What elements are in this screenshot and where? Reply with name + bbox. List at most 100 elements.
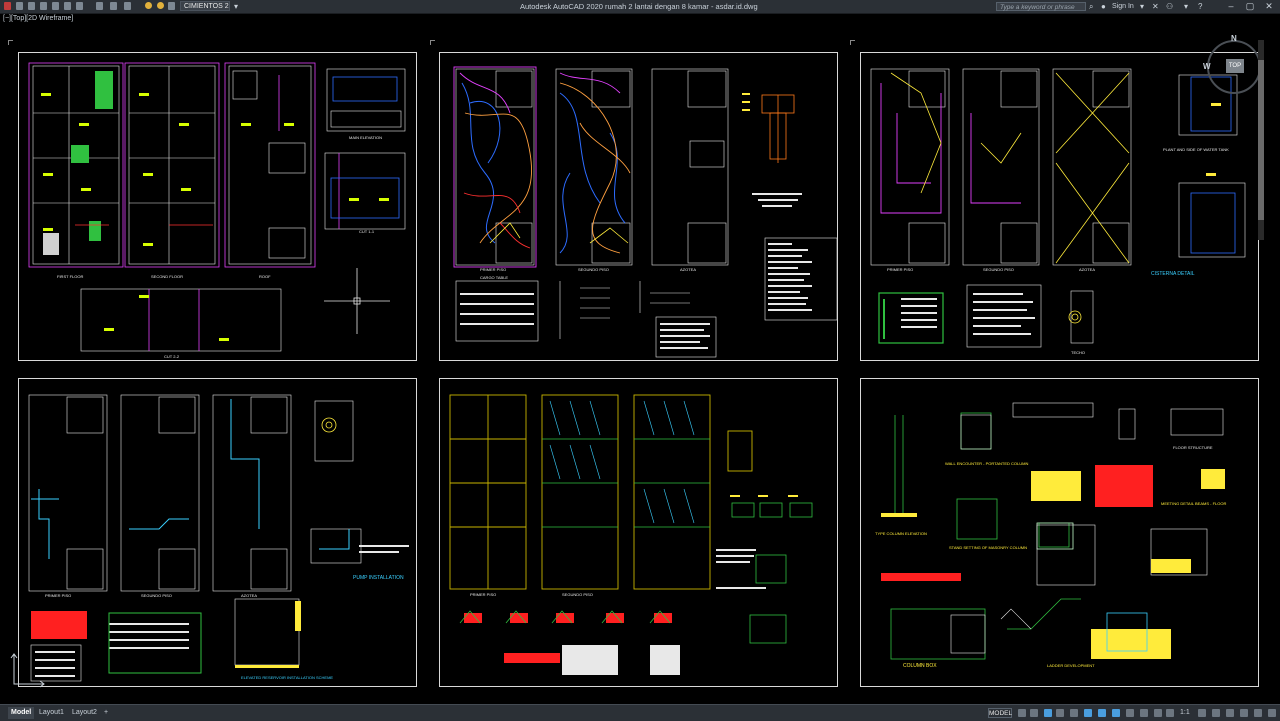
maximize-button[interactable]: ▢ [1241, 0, 1259, 13]
layout-corner-marker [8, 40, 13, 45]
label-cisterna-detail: CISTERNA DETAIL [1151, 271, 1195, 277]
label-plant-water-tank: PLANT AND SIDE OF WATER TANK [1163, 147, 1229, 152]
label-azotea: AZOTEA [680, 267, 696, 272]
object-snap-icon[interactable] [1098, 709, 1106, 717]
share-icon[interactable] [96, 2, 103, 10]
signin-dropdown-icon[interactable]: ▾ [1140, 1, 1144, 12]
grid-icon[interactable] [1018, 709, 1026, 717]
label-wall-encounter: WALL ENCOUNTER - PORTANTED COLUMN [945, 461, 1028, 466]
label-primer-piso: PRIMER PISO [45, 593, 71, 598]
undo-icon[interactable] [110, 2, 117, 10]
lightbulb-icon[interactable] [145, 2, 152, 9]
workspace-select[interactable]: CIMIENTOS 2 [180, 1, 230, 11]
tab-model[interactable]: Model [8, 707, 35, 719]
navigation-bar-thumb[interactable] [1258, 60, 1264, 220]
label-segundo-piso: SEGUNDO PISO [562, 592, 593, 597]
sheet-details[interactable]: WALL ENCOUNTER - PORTANTED COLUMN FLOOR … [860, 378, 1259, 687]
add-layout-button[interactable]: + [101, 707, 111, 719]
auto-scale-icon[interactable] [1166, 709, 1174, 717]
save-as-icon[interactable] [52, 2, 59, 10]
annotation-visibility-icon[interactable] [1154, 709, 1162, 717]
label-floor-structure: FLOOR STRUCTURE [1173, 445, 1213, 450]
label-primer-piso: PRIMER PISO [470, 592, 496, 597]
label-first-floor: FIRST FLOOR [57, 274, 83, 279]
label-segundo-piso: SEGUNDO PISO [141, 593, 172, 598]
sign-in-button[interactable]: Sign In [1112, 1, 1134, 12]
label-elevated-reservoir: ELEVATED RESERVOIR INSTALLATION SCHEME [241, 675, 333, 680]
viewcube-top-face[interactable]: TOP [1226, 59, 1244, 73]
binoculars-icon[interactable]: ⌕ [1089, 1, 1093, 12]
user-icon[interactable]: ● [1101, 1, 1106, 12]
sheet-electrical[interactable]: PRIMER PISO SEGUNDO PISO AZOTEA CARGO TA… [439, 52, 838, 361]
clean-screen-icon[interactable] [1254, 709, 1262, 717]
isodraft-icon[interactable] [1070, 709, 1078, 717]
close-button[interactable]: ✕ [1260, 0, 1278, 13]
transparency-icon[interactable] [1126, 709, 1134, 717]
minimize-button[interactable]: – [1222, 0, 1240, 13]
layout-corner-marker [850, 40, 855, 45]
annotation-scale[interactable]: 1:1 [1180, 708, 1190, 718]
label-primer-piso: PRIMER PISO [887, 267, 913, 272]
label-meeting-detail: MEETING DETAIL BEAMS - FLOOR [1161, 501, 1226, 506]
save-icon[interactable] [40, 2, 47, 10]
sheet-architecture[interactable]: FIRST FLOOR SECOND FLOOR ROOF MAIN ELEVA… [18, 52, 417, 361]
new-file-icon[interactable] [16, 2, 23, 10]
polar-icon[interactable] [1056, 709, 1064, 717]
label-pump-installation: PUMP INSTALLATION [353, 575, 404, 581]
label-roof: ROOF [259, 274, 271, 279]
label-azotea: AZOTEA [1079, 267, 1095, 272]
label-main-elevation: MAIN ELEVATION [349, 135, 382, 140]
status-bar: Model Layout1 Layout2 + MODEL 1:1 [0, 704, 1280, 721]
label-column-box: COLUMN BOX [903, 663, 937, 669]
app-store-icon[interactable]: ✕ [1152, 1, 1159, 12]
title-bar: CIMIENTOS 2 ▾ Autodesk AutoCAD 2020 ruma… [0, 0, 1280, 14]
label-column-elevation: TYPE COLUMN ELEVATION [875, 531, 927, 536]
customization-icon[interactable] [1268, 709, 1276, 717]
lineweight-icon[interactable] [1112, 709, 1120, 717]
navigation-bar[interactable] [1258, 40, 1264, 240]
label-azotea: AZOTEA [241, 593, 257, 598]
account-icon[interactable]: ⚇ [1166, 1, 1173, 12]
search-input[interactable]: Type a keyword or phrase [996, 2, 1086, 11]
label-segundo-piso: SEGUNDO PISO [983, 267, 1014, 272]
sheet-sanitary[interactable]: PRIMER PISO SEGUNDO PISO AZOTEA PLANT AN… [860, 52, 1259, 361]
label-primer-piso: PRIMER PISO [480, 267, 506, 272]
object-track-icon[interactable] [1084, 709, 1092, 717]
layout-corner-marker [430, 40, 435, 45]
label-cut-2: CUT 2-2 [164, 354, 180, 359]
model-space-button[interactable]: MODEL [988, 708, 1012, 718]
label-segundo-piso: SEGUNDO PISO [578, 267, 609, 272]
autocad-logo-icon[interactable] [4, 2, 11, 10]
viewcube-west[interactable]: W [1203, 62, 1211, 71]
workspace-switch-icon[interactable] [1198, 709, 1206, 717]
label-cut-1: CUT 1-1 [359, 229, 375, 234]
snap-icon[interactable] [1030, 709, 1038, 717]
sheet-water[interactable]: PRIMER PISO SEGUNDO PISO AZOTEA PUMP INS… [18, 378, 417, 687]
ortho-icon[interactable] [1044, 709, 1052, 717]
viewport-controls[interactable]: [−][Top][2D Wireframe] [3, 15, 73, 22]
ucs-icon [10, 653, 45, 688]
label-techo: TECHO [1071, 350, 1085, 355]
label-second-floor: SECOND FLOOR [151, 274, 183, 279]
cloud-icon[interactable] [64, 2, 71, 10]
match-props-icon[interactable] [168, 2, 175, 10]
help-icon[interactable]: ? [1198, 1, 1202, 12]
redo-icon[interactable] [124, 2, 131, 10]
workspace-dropdown-icon[interactable]: ▾ [234, 1, 238, 12]
isolate-objects-icon[interactable] [1240, 709, 1248, 717]
annotation-monitor-icon[interactable] [1212, 709, 1220, 717]
plot-icon[interactable] [76, 2, 83, 10]
tab-layout1[interactable]: Layout1 [36, 707, 67, 719]
label-ladder-development: LADDER DEVELOPMENT [1047, 663, 1095, 668]
layer-state-icon[interactable] [157, 2, 164, 9]
tab-layout2[interactable]: Layout2 [69, 707, 100, 719]
selection-cycling-icon[interactable] [1140, 709, 1148, 717]
open-file-icon[interactable] [28, 2, 35, 10]
units-icon[interactable] [1226, 709, 1234, 717]
label-masonry-column: STAND SETTING OF MASONRY COLUMN [949, 545, 1027, 550]
app-title: Autodesk AutoCAD 2020 rumah 2 lantai den… [520, 2, 758, 11]
sheet-structure[interactable]: PRIMER PISO SEGUNDO PISO [439, 378, 838, 687]
viewcube-north[interactable]: N [1231, 34, 1237, 43]
help-dropdown-icon[interactable]: ▾ [1184, 1, 1188, 12]
label-cargo-table: CARGO TABLE [480, 275, 508, 280]
